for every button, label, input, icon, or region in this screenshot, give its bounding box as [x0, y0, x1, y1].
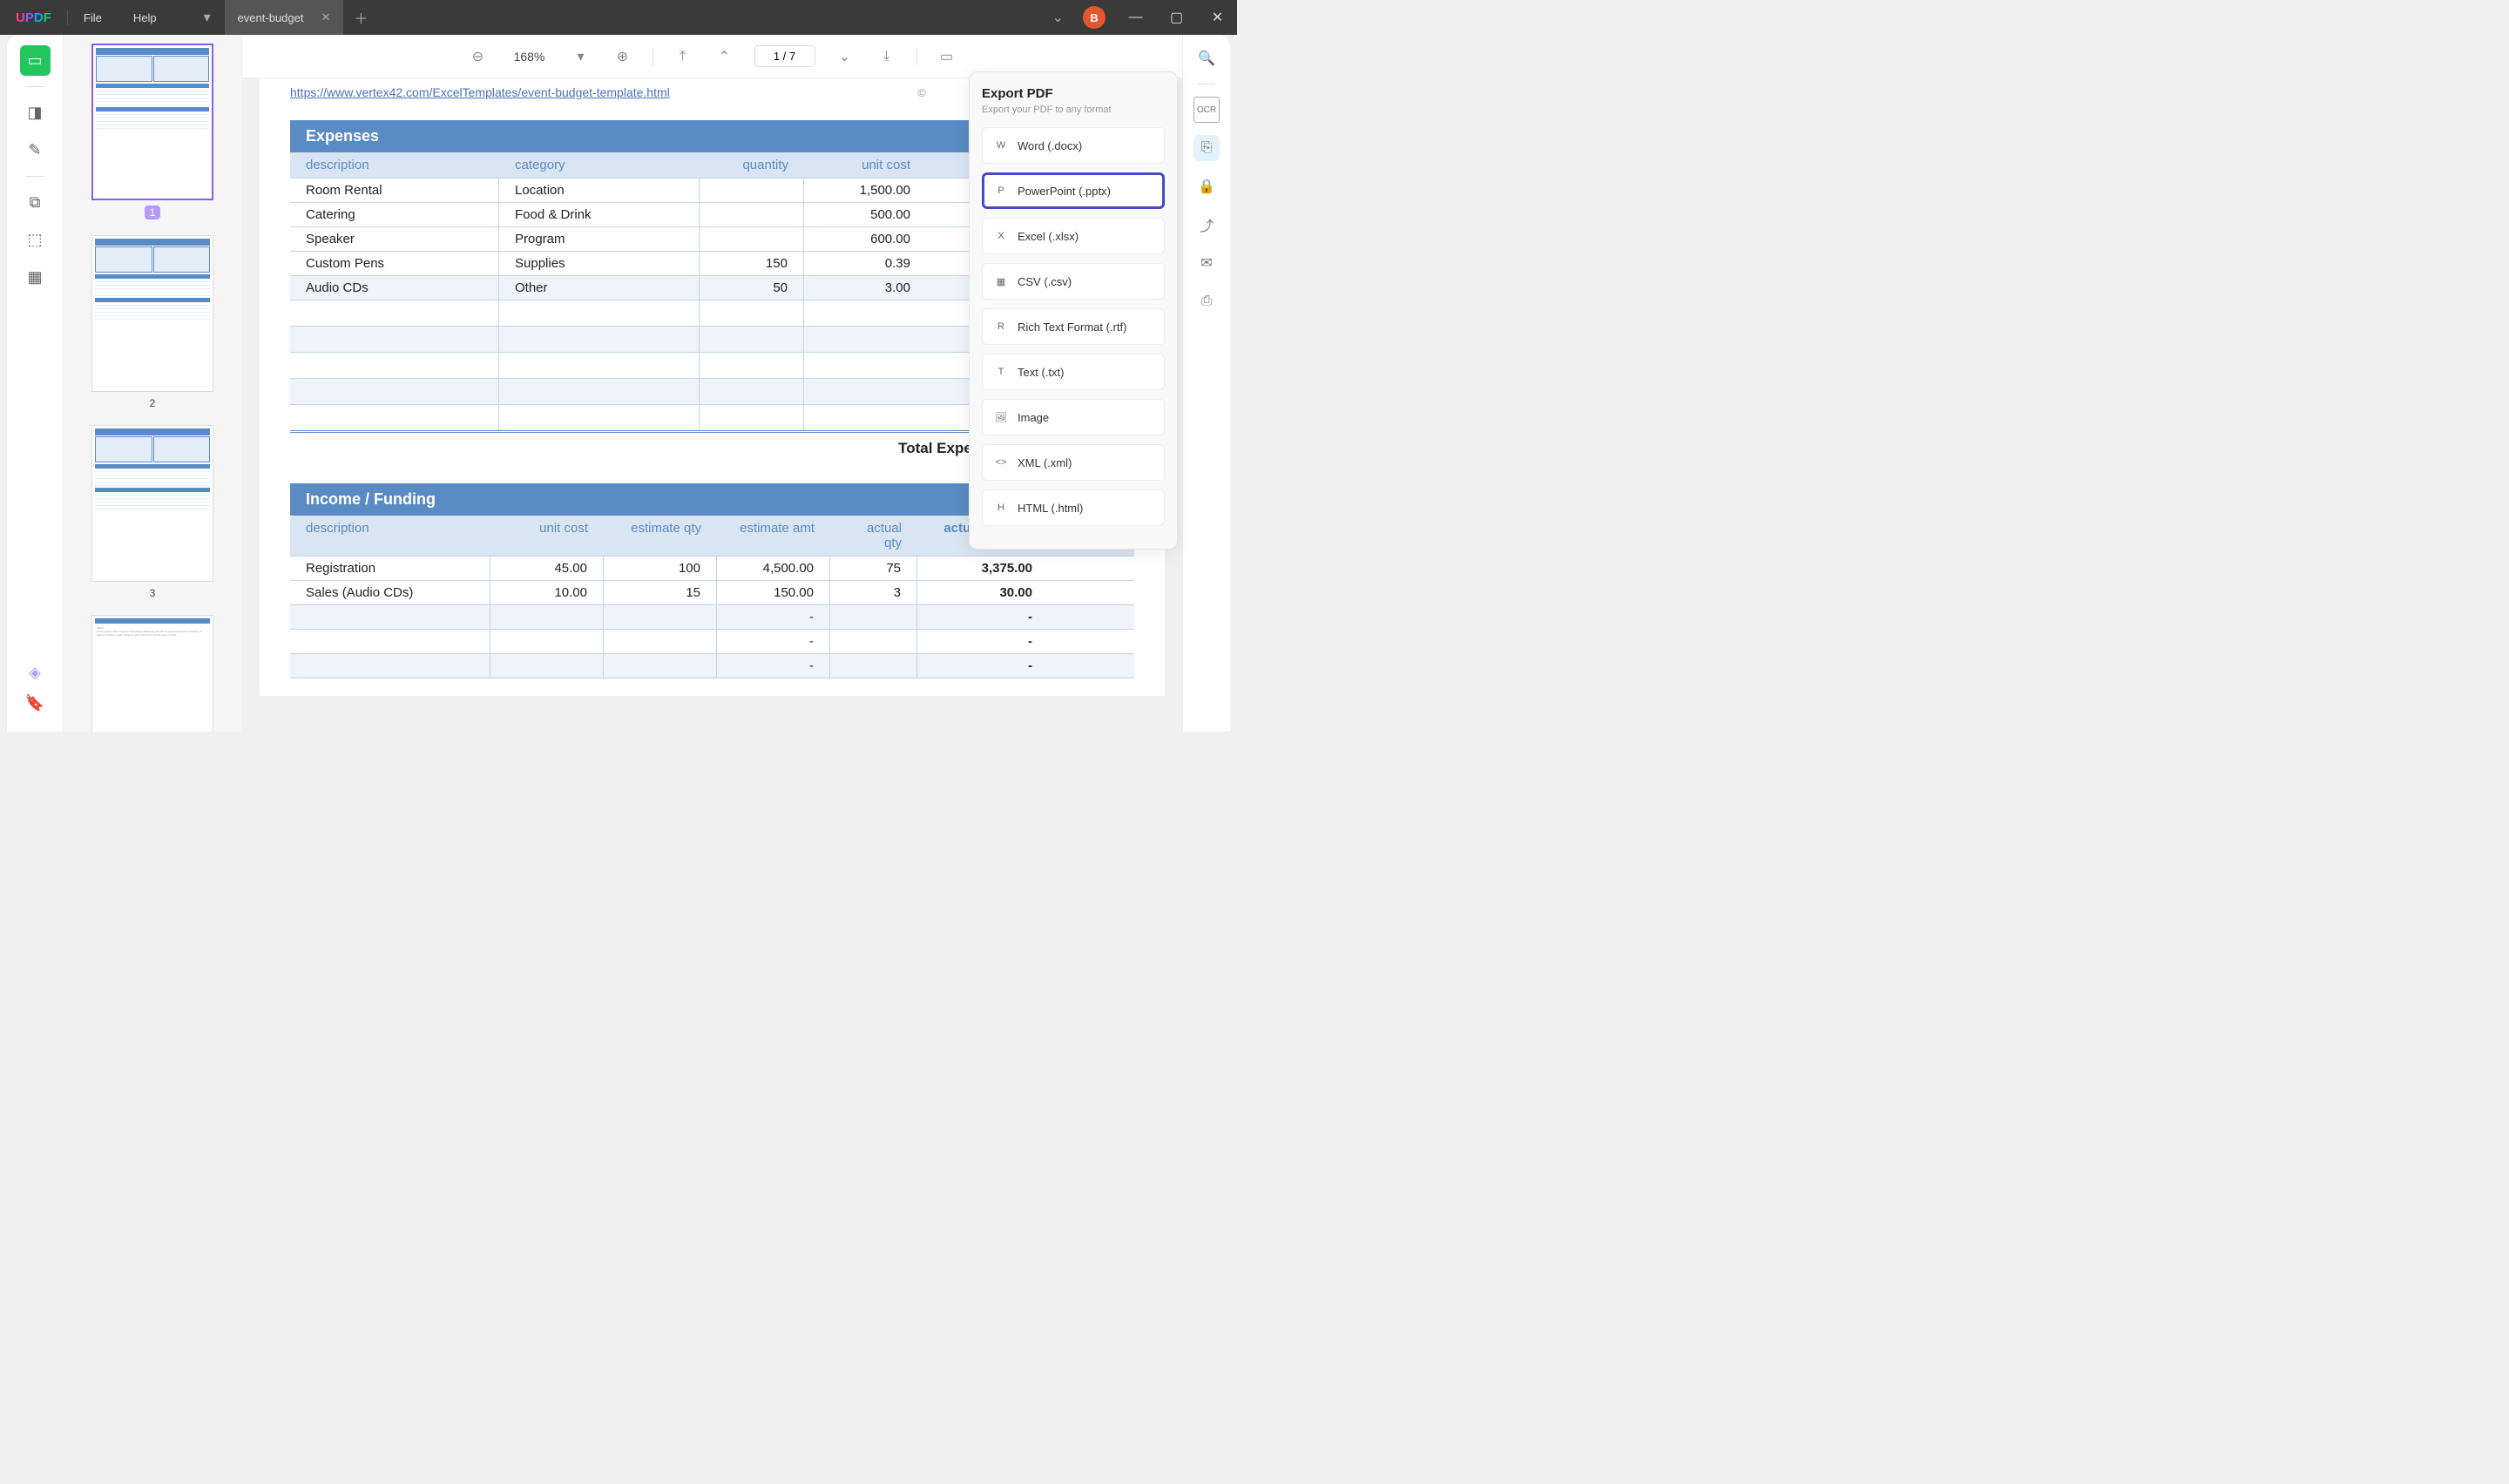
- next-page-button[interactable]: ⌄: [833, 44, 857, 69]
- table-row: Sales (Audio CDs)10.0015150.00330.00: [290, 581, 1134, 605]
- page-thumbnail[interactable]: [91, 425, 213, 582]
- template-link[interactable]: https://www.vertex42.com/ExcelTemplates/…: [290, 85, 670, 99]
- page-number-input[interactable]: [754, 45, 815, 67]
- col-est-qty: estimate qty: [604, 516, 717, 556]
- html-icon: H: [993, 500, 1009, 516]
- search-icon[interactable]: 🔍: [1194, 45, 1220, 71]
- export-panel: Export PDF Export your PDF to any format…: [969, 71, 1178, 550]
- zoom-dropdown-icon[interactable]: ▾: [569, 44, 593, 69]
- redact-tool-icon[interactable]: ▦: [20, 262, 51, 293]
- share-icon[interactable]: ⤴: [1194, 212, 1220, 238]
- reader-tool-icon[interactable]: ▭: [20, 45, 51, 76]
- crop-tool-icon[interactable]: ⬚: [20, 225, 51, 255]
- table-row: --: [290, 630, 1134, 654]
- print-icon[interactable]: ⎙: [1194, 288, 1220, 314]
- csv-icon: ▦: [993, 273, 1009, 289]
- new-tab-button[interactable]: ＋: [343, 0, 378, 35]
- table-row: Registration45.001004,500.00753,375.00: [290, 556, 1134, 581]
- zoom-in-button[interactable]: ⊕: [611, 44, 635, 69]
- export-title: Export PDF: [982, 86, 1165, 101]
- left-toolbar: ▭ ◨ ✎ ⧉ ⬚ ▦ ◈ 🔖: [7, 35, 64, 732]
- table-row: --: [290, 605, 1134, 630]
- page-thumbnail[interactable]: [91, 235, 213, 392]
- export-icon[interactable]: ⎘: [1194, 135, 1220, 161]
- thumbnail-number: 2: [150, 397, 156, 409]
- ocr-icon[interactable]: OCR: [1194, 97, 1220, 123]
- export-txt-option[interactable]: TText (.txt): [982, 354, 1165, 390]
- powerpoint-icon: P: [993, 183, 1009, 199]
- app-logo: UPDF: [0, 10, 67, 25]
- zoom-out-button[interactable]: ⊖: [466, 44, 490, 69]
- presentation-mode-icon[interactable]: ▭: [935, 44, 959, 69]
- first-page-button[interactable]: ⤒: [671, 44, 695, 69]
- export-rtf-option[interactable]: RRich Text Format (.rtf): [982, 308, 1165, 345]
- thumbnail-number: 1: [145, 206, 161, 219]
- copyright-text: ©: [917, 86, 926, 99]
- tab-dropdown-icon[interactable]: ▾: [190, 0, 225, 35]
- image-icon: 🖼: [993, 409, 1009, 425]
- right-toolbar: 🔍 OCR ⎘ 🔒 ⤴ ✉ ⎙: [1182, 35, 1230, 732]
- email-icon[interactable]: ✉: [1194, 250, 1220, 276]
- export-csv-option[interactable]: ▦CSV (.csv): [982, 263, 1165, 300]
- col-quantity: quantity: [700, 152, 804, 178]
- table-row: --: [290, 654, 1134, 678]
- menu-help[interactable]: Help: [118, 11, 172, 24]
- col-description: description: [290, 152, 499, 178]
- prev-page-button[interactable]: ⌃: [713, 44, 737, 69]
- document-tab[interactable]: event-budget ✕: [225, 0, 344, 35]
- word-icon: W: [993, 138, 1009, 153]
- export-xml-option[interactable]: <>XML (.xml): [982, 444, 1165, 481]
- zoom-level: 168%: [508, 50, 551, 64]
- bookmark-icon[interactable]: 🔖: [20, 688, 51, 718]
- export-html-option[interactable]: HHTML (.html): [982, 489, 1165, 526]
- xml-icon: <>: [993, 455, 1009, 470]
- excel-icon: X: [993, 228, 1009, 244]
- layers-icon[interactable]: ◈: [20, 658, 51, 688]
- menu-file[interactable]: File: [68, 11, 118, 24]
- organize-tool-icon[interactable]: ⧉: [20, 187, 51, 218]
- col-description: description: [290, 516, 490, 556]
- page-thumbnail[interactable]: [91, 44, 213, 200]
- col-est-amt: estimate amt: [717, 516, 830, 556]
- tab-title: event-budget: [238, 11, 304, 24]
- user-avatar[interactable]: B: [1083, 6, 1106, 29]
- col-category: category: [499, 152, 700, 178]
- close-icon[interactable]: ✕: [321, 10, 330, 24]
- last-page-button[interactable]: ⤓: [875, 44, 899, 69]
- rtf-icon: R: [993, 319, 1009, 334]
- maximize-button[interactable]: ▢: [1157, 0, 1196, 35]
- col-act-qty: actual qty: [830, 516, 917, 556]
- export-word-option[interactable]: WWord (.docx): [982, 127, 1165, 164]
- thumbnail-panel: 1 2 3 HELPLorem ipsum dolor sit am: [64, 35, 242, 732]
- close-window-button[interactable]: ✕: [1198, 0, 1237, 35]
- protect-icon[interactable]: 🔒: [1194, 173, 1220, 199]
- export-excel-option[interactable]: XExcel (.xlsx): [982, 218, 1165, 254]
- chevron-down-icon[interactable]: ⌄: [1052, 9, 1064, 26]
- edit-tool-icon[interactable]: ✎: [20, 135, 51, 165]
- minimize-button[interactable]: —: [1116, 0, 1155, 35]
- text-icon: T: [993, 364, 1009, 380]
- export-subtitle: Export your PDF to any format: [982, 105, 1165, 115]
- col-unit-cost: unit cost: [490, 516, 604, 556]
- col-unit-cost: unit cost: [804, 152, 926, 178]
- export-image-option[interactable]: 🖼Image: [982, 399, 1165, 435]
- page-thumbnail[interactable]: HELPLorem ipsum dolor sit amet consectet…: [91, 615, 213, 732]
- titlebar: UPDF File Help ▾ event-budget ✕ ＋ ⌄ B — …: [0, 0, 1237, 35]
- thumbnail-number: 3: [150, 587, 156, 599]
- highlight-tool-icon[interactable]: ◨: [20, 98, 51, 128]
- export-powerpoint-option[interactable]: PPowerPoint (.pptx): [982, 172, 1165, 209]
